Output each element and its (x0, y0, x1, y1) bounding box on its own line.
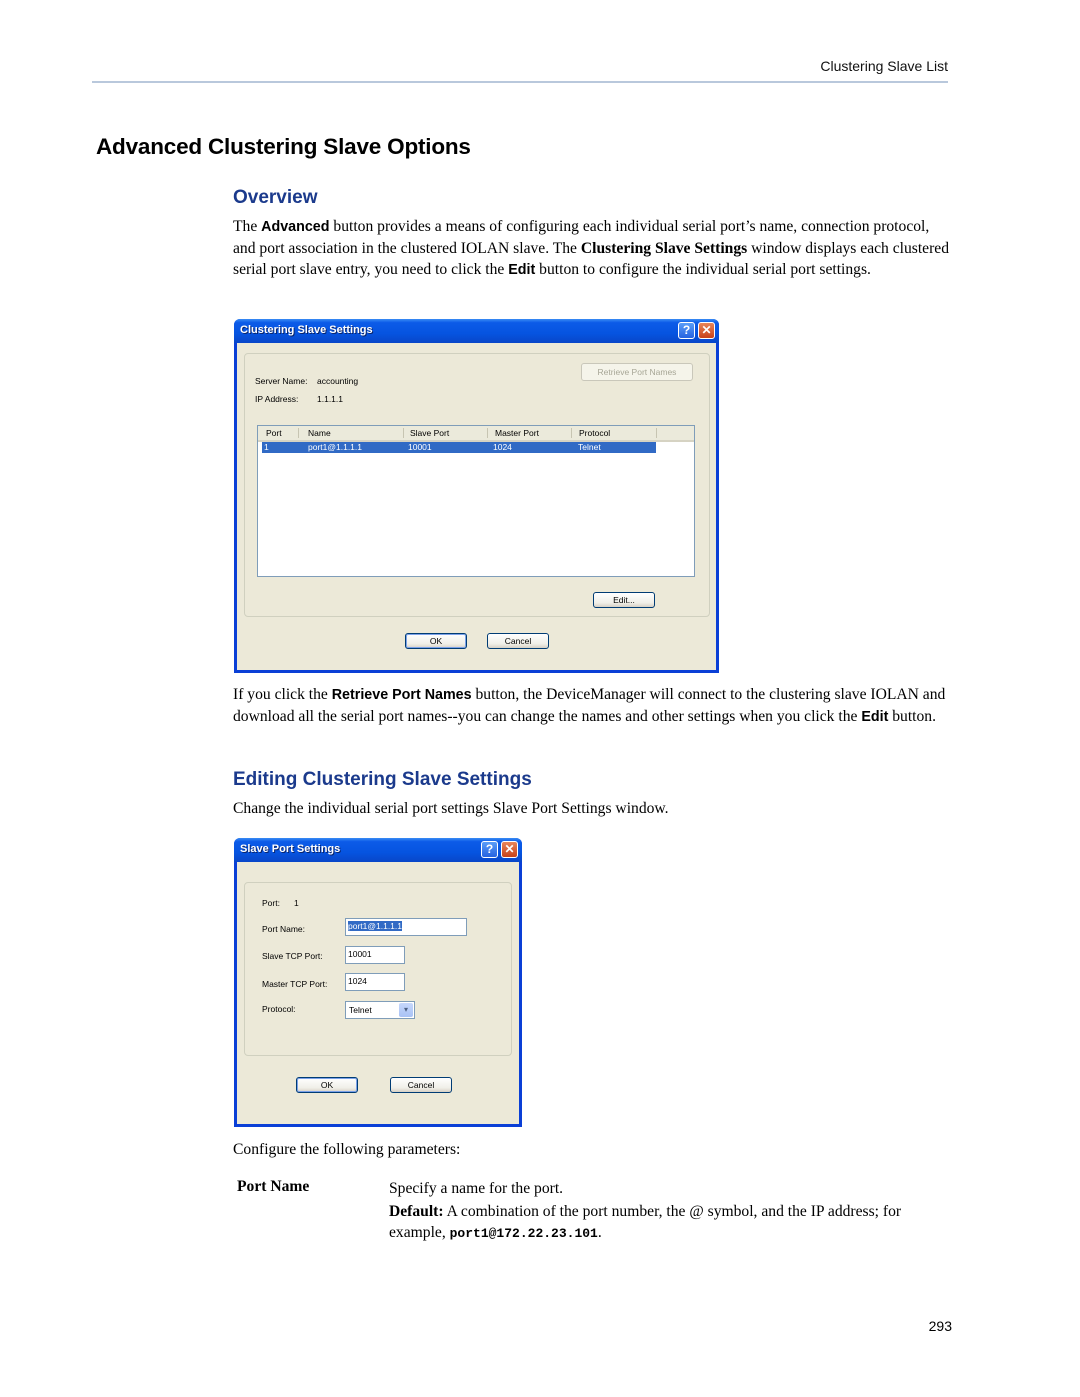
port-name-value: port1@1.1.1.1 (348, 921, 402, 931)
port-name-label: Port Name: (262, 924, 305, 934)
slave-list[interactable]: Port Name Slave Port Master Port Protoco… (257, 425, 695, 577)
cancel-button[interactable]: Cancel (390, 1077, 452, 1093)
title-bar: Slave Port Settings ? ✕ (234, 838, 522, 862)
slave-tcp-port-input[interactable]: 10001 (345, 946, 405, 964)
table-row[interactable]: 1 port1@1.1.1.1 10001 1024 Telnet (262, 442, 656, 453)
close-icon[interactable]: ✕ (501, 841, 518, 858)
cell-master-port: 1024 (493, 442, 512, 452)
text: The (233, 218, 262, 235)
help-icon[interactable]: ? (678, 322, 695, 339)
slave-tcp-port-label: Slave TCP Port: (262, 951, 323, 961)
column-master-port[interactable]: Master Port (495, 428, 539, 438)
ok-button[interactable]: OK (405, 633, 467, 649)
bold-clustering-slave-settings: Clustering Slave Settings (580, 240, 748, 257)
window-client: Server Name: accounting IP Address: 1.1.… (237, 343, 716, 670)
section-title: Advanced Clustering Slave Options (96, 134, 471, 159)
column-slave-port[interactable]: Slave Port (410, 428, 449, 438)
window-client: Port: 1 Port Name: port1@1.1.1.1 Slave T… (237, 862, 519, 1124)
protocol-label: Protocol: (262, 1004, 296, 1014)
header-rule (92, 81, 948, 83)
chevron-down-icon[interactable]: ▾ (399, 1003, 413, 1017)
window-title: Clustering Slave Settings (240, 324, 373, 336)
bold-retrieve-port-names: Retrieve Port Names (331, 687, 472, 703)
retrieve-port-names-button[interactable]: Retrieve Port Names (581, 363, 693, 381)
text: button to configure the individual seria… (535, 261, 871, 278)
column-name[interactable]: Name (308, 428, 331, 438)
overview-paragraph: The Advanced button provides a means of … (233, 216, 953, 281)
master-tcp-port-input[interactable]: 1024 (345, 973, 405, 991)
param-term-port-name: Port Name (237, 1178, 310, 1195)
text: . (597, 1224, 602, 1241)
column-separator (298, 428, 299, 438)
server-name-value: accounting (317, 376, 359, 386)
column-protocol[interactable]: Protocol (579, 428, 610, 438)
column-separator (571, 428, 572, 438)
cell-protocol: Telnet (578, 442, 601, 452)
slave-port-settings-window: Slave Port Settings ? ✕ Port: 1 Port Nam… (234, 838, 522, 1127)
page-number: 293 (928, 1318, 952, 1334)
list-header: Port Name Slave Port Master Port Protoco… (258, 426, 694, 442)
close-icon[interactable]: ✕ (698, 322, 715, 339)
protocol-value: Telnet (349, 1005, 372, 1015)
default-label: Default: (389, 1203, 444, 1220)
column-separator (656, 428, 657, 438)
port-value: 1 (294, 898, 299, 908)
server-name-label: Server Name: (255, 376, 308, 386)
column-separator (403, 428, 404, 438)
editing-paragraph: Change the individual serial port settin… (233, 800, 669, 817)
column-port[interactable]: Port (266, 428, 282, 438)
bold-edit: Edit (861, 709, 889, 725)
clustering-slave-settings-window: Clustering Slave Settings ? ✕ Server Nam… (234, 319, 719, 673)
configure-intro: Configure the following parameters: (233, 1141, 461, 1158)
param-description: Specify a name for the port. (389, 1180, 564, 1197)
port-label: Port: (262, 898, 280, 908)
overview-heading: Overview (233, 187, 318, 208)
text: button. (888, 708, 936, 725)
protocol-select[interactable]: Telnet ▾ (345, 1001, 415, 1019)
ok-button[interactable]: OK (296, 1077, 358, 1093)
retrieve-paragraph: If you click the Retrieve Port Names but… (233, 684, 953, 728)
cell-slave-port: 10001 (408, 442, 432, 452)
master-tcp-port-label: Master TCP Port: (262, 979, 328, 989)
title-bar: Clustering Slave Settings ? ✕ (234, 319, 719, 343)
cancel-button[interactable]: Cancel (487, 633, 549, 649)
column-separator (487, 428, 488, 438)
running-header: Clustering Slave List (820, 58, 948, 74)
edit-button[interactable]: Edit... (593, 592, 655, 608)
ip-address-label: IP Address: (255, 394, 299, 404)
bold-advanced: Advanced (261, 219, 330, 235)
port-name-input[interactable]: port1@1.1.1.1 (345, 918, 467, 936)
text: If you click the (233, 686, 332, 703)
param-default: Default: A combination of the port numbe… (389, 1201, 959, 1244)
bold-edit: Edit (508, 262, 536, 278)
cell-name: port1@1.1.1.1 (308, 442, 362, 452)
ip-address-value: 1.1.1.1 (317, 394, 343, 404)
editing-heading: Editing Clustering Slave Settings (233, 769, 532, 790)
help-icon[interactable]: ? (481, 841, 498, 858)
default-example: port1@172.22.23.101 (449, 1226, 598, 1241)
cell-port: 1 (264, 442, 269, 452)
group-box (244, 882, 512, 1056)
window-title: Slave Port Settings (240, 843, 341, 855)
